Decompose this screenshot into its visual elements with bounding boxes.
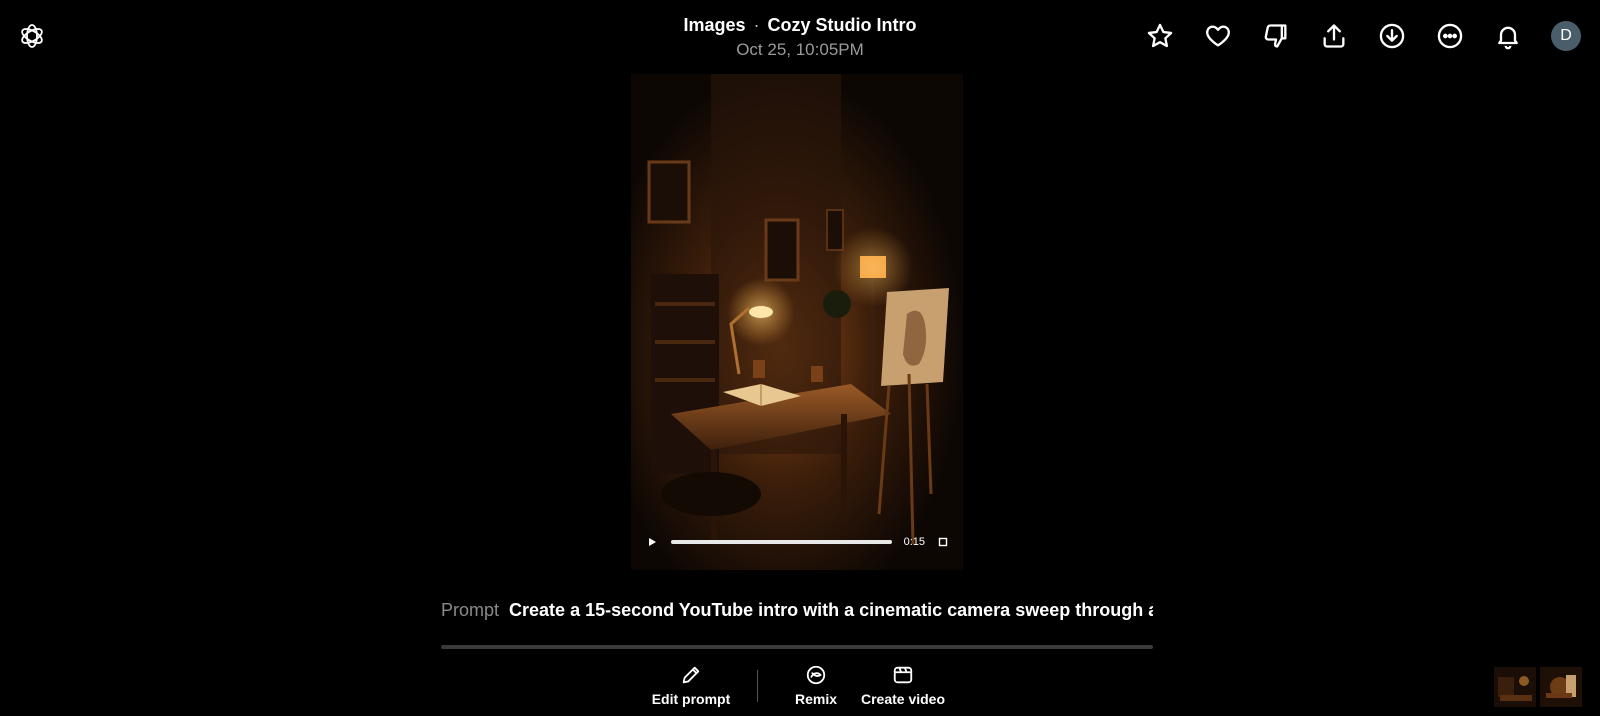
page: Images · Cozy Studio Intro Oct 25, 10:05PM…: [0, 0, 1600, 716]
thumbnail-strip: [1494, 667, 1582, 707]
header-actions: D: [1144, 20, 1582, 52]
video-progress-bar[interactable]: [671, 540, 892, 544]
create-video-label: Create video: [860, 691, 946, 707]
avatar: D: [1551, 21, 1581, 51]
thumbs-down-icon[interactable]: [1260, 20, 1292, 52]
download-icon[interactable]: [1376, 20, 1408, 52]
video-controls: 0:15: [631, 532, 963, 552]
actions-divider: [757, 670, 758, 702]
image-title: Cozy Studio Intro: [767, 15, 917, 35]
section-label: Images: [683, 15, 746, 35]
pencil-icon: [679, 663, 703, 687]
video-time: 0:15: [903, 536, 925, 548]
create-video-button[interactable]: Create video: [861, 663, 945, 707]
remix-label: Remix: [794, 691, 838, 707]
remix-icon: [804, 663, 828, 687]
bottom-actions: Edit prompt Remix Create video: [0, 663, 1600, 713]
heart-icon[interactable]: [1202, 20, 1234, 52]
fullscreen-icon[interactable]: [937, 536, 949, 548]
video-player[interactable]: 0:15: [631, 74, 963, 570]
video-clapper-icon: [891, 663, 915, 687]
edit-prompt-label: Edit prompt: [651, 691, 731, 707]
video-frame-image: [631, 74, 963, 570]
prompt-scrollbar[interactable]: [441, 645, 1153, 649]
thumbnail-1[interactable]: [1494, 667, 1536, 707]
edit-prompt-button[interactable]: Edit prompt: [651, 663, 731, 707]
play-icon[interactable]: [645, 535, 659, 549]
bell-icon[interactable]: [1492, 20, 1524, 52]
prompt-label: Prompt: [441, 600, 500, 620]
star-icon[interactable]: [1144, 20, 1176, 52]
remix-button[interactable]: Remix: [792, 663, 840, 707]
share-icon[interactable]: [1318, 20, 1350, 52]
thumbnail-2[interactable]: [1540, 667, 1582, 707]
title-separator: ·: [753, 15, 760, 35]
prompt-text: Create a 15-second YouTube intro with a …: [509, 600, 1153, 620]
more-icon[interactable]: [1434, 20, 1466, 52]
user-avatar[interactable]: D: [1550, 20, 1582, 52]
prompt-row[interactable]: Prompt Create a 15-second YouTube intro w…: [441, 598, 1153, 622]
